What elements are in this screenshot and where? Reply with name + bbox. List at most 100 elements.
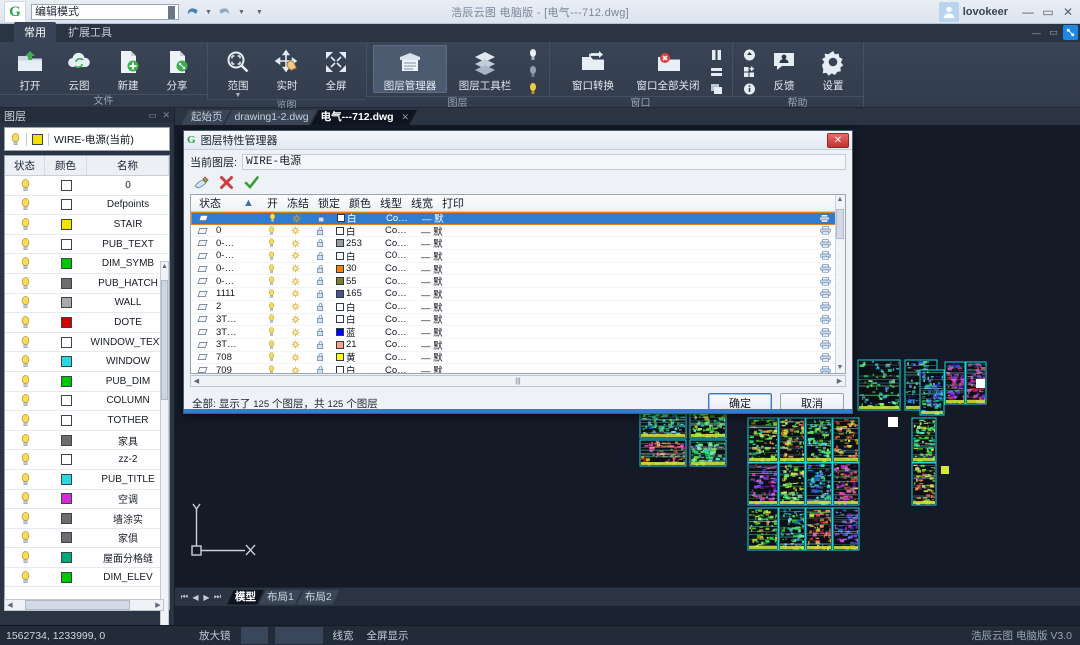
row-on-toggle[interactable]	[259, 301, 283, 312]
close-icon[interactable]: ✕	[401, 112, 409, 122]
row-on-toggle[interactable]	[259, 352, 283, 362]
layer-list-item[interactable]: STAIR	[5, 215, 169, 235]
layer-color-swatch[interactable]	[45, 450, 87, 469]
table-row[interactable]: 0-… 55 Co… — 默	[191, 275, 845, 288]
window-maximize-button[interactable]: ▭	[1040, 3, 1056, 21]
grid-col-freeze[interactable]: 冻结	[283, 195, 314, 211]
grid-col-lineweight[interactable]: 线宽	[407, 195, 438, 211]
layer-color-swatch[interactable]	[45, 215, 87, 234]
table-row[interactable]: 白 Co… — 默	[191, 212, 845, 225]
layer-color-swatch[interactable]	[45, 196, 87, 215]
row-color[interactable]: 白	[333, 249, 385, 263]
row-freeze-toggle[interactable]	[284, 214, 308, 223]
row-freeze-toggle[interactable]	[283, 315, 307, 324]
layer-visibility-toggle[interactable]	[5, 411, 45, 430]
layer-list-item[interactable]: 家具	[5, 431, 169, 451]
close-all-windows-button[interactable]: 窗口全部关闭	[631, 45, 705, 93]
row-lock-toggle[interactable]	[307, 340, 333, 350]
grid-col-status[interactable]: 状态	[195, 195, 239, 211]
layer-list-item[interactable]: PUB_TITLE	[5, 470, 169, 490]
layer-list-item[interactable]: zz-2	[5, 450, 169, 470]
layer-list-item[interactable]: 屋面分格缝	[5, 548, 169, 568]
new-layer-icon[interactable]	[194, 175, 209, 190]
bulb-on-icon[interactable]	[10, 132, 21, 146]
grid-hscroll-thumb[interactable]: |||	[202, 376, 834, 386]
row-linetype[interactable]: Co…	[385, 263, 421, 274]
layer-color-swatch[interactable]	[45, 313, 87, 332]
layer-visibility-toggle[interactable]	[5, 392, 45, 411]
row-freeze-toggle[interactable]	[283, 226, 307, 235]
nav-next-button[interactable]: ▶	[201, 593, 212, 602]
set-current-icon[interactable]	[244, 175, 259, 190]
avatar[interactable]	[938, 2, 959, 22]
current-layer-color-swatch[interactable]	[32, 133, 43, 145]
row-color[interactable]: 21	[333, 339, 385, 350]
layer-color-swatch[interactable]	[45, 529, 87, 548]
share-button[interactable]: 分享	[153, 45, 201, 93]
window-close-button[interactable]: ✕	[1060, 3, 1076, 21]
layer-color-swatch[interactable]	[45, 568, 87, 587]
layer-visibility-toggle[interactable]	[5, 509, 45, 528]
table-row[interactable]: 2 白 Co… — 默	[191, 301, 845, 314]
row-freeze-toggle[interactable]	[283, 264, 307, 273]
grid-hscroll-right-icon[interactable]: ▶	[834, 377, 845, 385]
row-plot-toggle[interactable]	[455, 366, 845, 373]
cloud-button[interactable]: 云图	[55, 45, 103, 93]
layer-visibility-toggle[interactable]	[5, 372, 45, 391]
row-plot-toggle[interactable]	[455, 226, 845, 235]
row-plot-toggle[interactable]	[455, 340, 845, 349]
ribbon-share-icon[interactable]	[1063, 25, 1078, 40]
layer-isolate-icon[interactable]	[523, 47, 543, 62]
layer-visibility-toggle[interactable]	[5, 313, 45, 332]
scroll-up-arrow-icon[interactable]: ▲	[161, 262, 168, 271]
layer-visibility-toggle[interactable]	[5, 490, 45, 509]
row-linetype[interactable]: Co…	[385, 365, 421, 373]
document-tab-electrical-712[interactable]: 电气---712.dwg ✕	[311, 110, 417, 125]
row-linetype[interactable]: Co…	[385, 327, 421, 338]
row-linetype[interactable]: Co…	[385, 238, 421, 249]
coordinates-readout[interactable]: 1562734, 1233999, 0	[6, 630, 105, 642]
grid-col-on[interactable]: 开	[263, 195, 283, 211]
grid-col-linetype[interactable]: 线型	[376, 195, 407, 211]
layer-color-swatch[interactable]	[45, 509, 87, 528]
layer-list-item[interactable]: WINDOW	[5, 352, 169, 372]
row-on-toggle[interactable]	[259, 263, 283, 274]
row-freeze-toggle[interactable]	[283, 366, 307, 373]
settings-button[interactable]: 设置	[809, 45, 857, 93]
row-color[interactable]: 白	[333, 363, 385, 373]
row-linetype[interactable]: C0…	[385, 250, 421, 261]
row-on-toggle[interactable]	[259, 251, 283, 261]
row-lock-toggle[interactable]	[307, 302, 333, 312]
row-on-toggle[interactable]	[260, 213, 284, 223]
row-lock-toggle[interactable]	[307, 327, 333, 337]
hscroll-thumb[interactable]	[25, 600, 130, 610]
layer-color-swatch[interactable]	[45, 176, 87, 195]
layer-visibility-toggle[interactable]	[5, 254, 45, 273]
row-lock-toggle[interactable]	[307, 276, 333, 286]
row-plot-toggle[interactable]	[455, 315, 845, 324]
nav-first-button[interactable]: ⏮	[179, 592, 190, 602]
row-color[interactable]: 55	[333, 276, 385, 287]
palette-close-button[interactable]: ✕	[162, 110, 170, 121]
row-on-toggle[interactable]	[259, 289, 283, 299]
row-freeze-toggle[interactable]	[283, 277, 307, 286]
row-color[interactable]: 165	[333, 288, 385, 299]
row-on-toggle[interactable]	[259, 276, 283, 286]
redo-icon[interactable]	[217, 5, 233, 19]
layer-list-scrollbar[interactable]: ▲ ▼	[160, 261, 169, 645]
layer-color-swatch[interactable]	[45, 333, 87, 352]
row-linetype[interactable]: Co…	[385, 276, 421, 287]
current-layer-row[interactable]: WIRE-电源(当前)	[4, 127, 170, 151]
layer-list-item[interactable]: Defpoints	[5, 196, 169, 216]
layer-color-swatch[interactable]	[45, 392, 87, 411]
table-row[interactable]: 1111 165 Co… — 默	[191, 288, 845, 301]
row-lock-toggle[interactable]	[307, 289, 333, 299]
row-linetype[interactable]: Co…	[386, 213, 422, 224]
tile-vertical-icon[interactable]	[706, 47, 726, 62]
undo-dropdown-caret[interactable]: ▼	[205, 9, 212, 16]
row-linetype[interactable]: Co…	[385, 314, 421, 325]
layer-color-swatch[interactable]	[45, 352, 87, 371]
info-icon[interactable]	[739, 81, 759, 96]
layer-color-swatch[interactable]	[45, 470, 87, 489]
row-lineweight[interactable]: — 默	[421, 363, 455, 373]
